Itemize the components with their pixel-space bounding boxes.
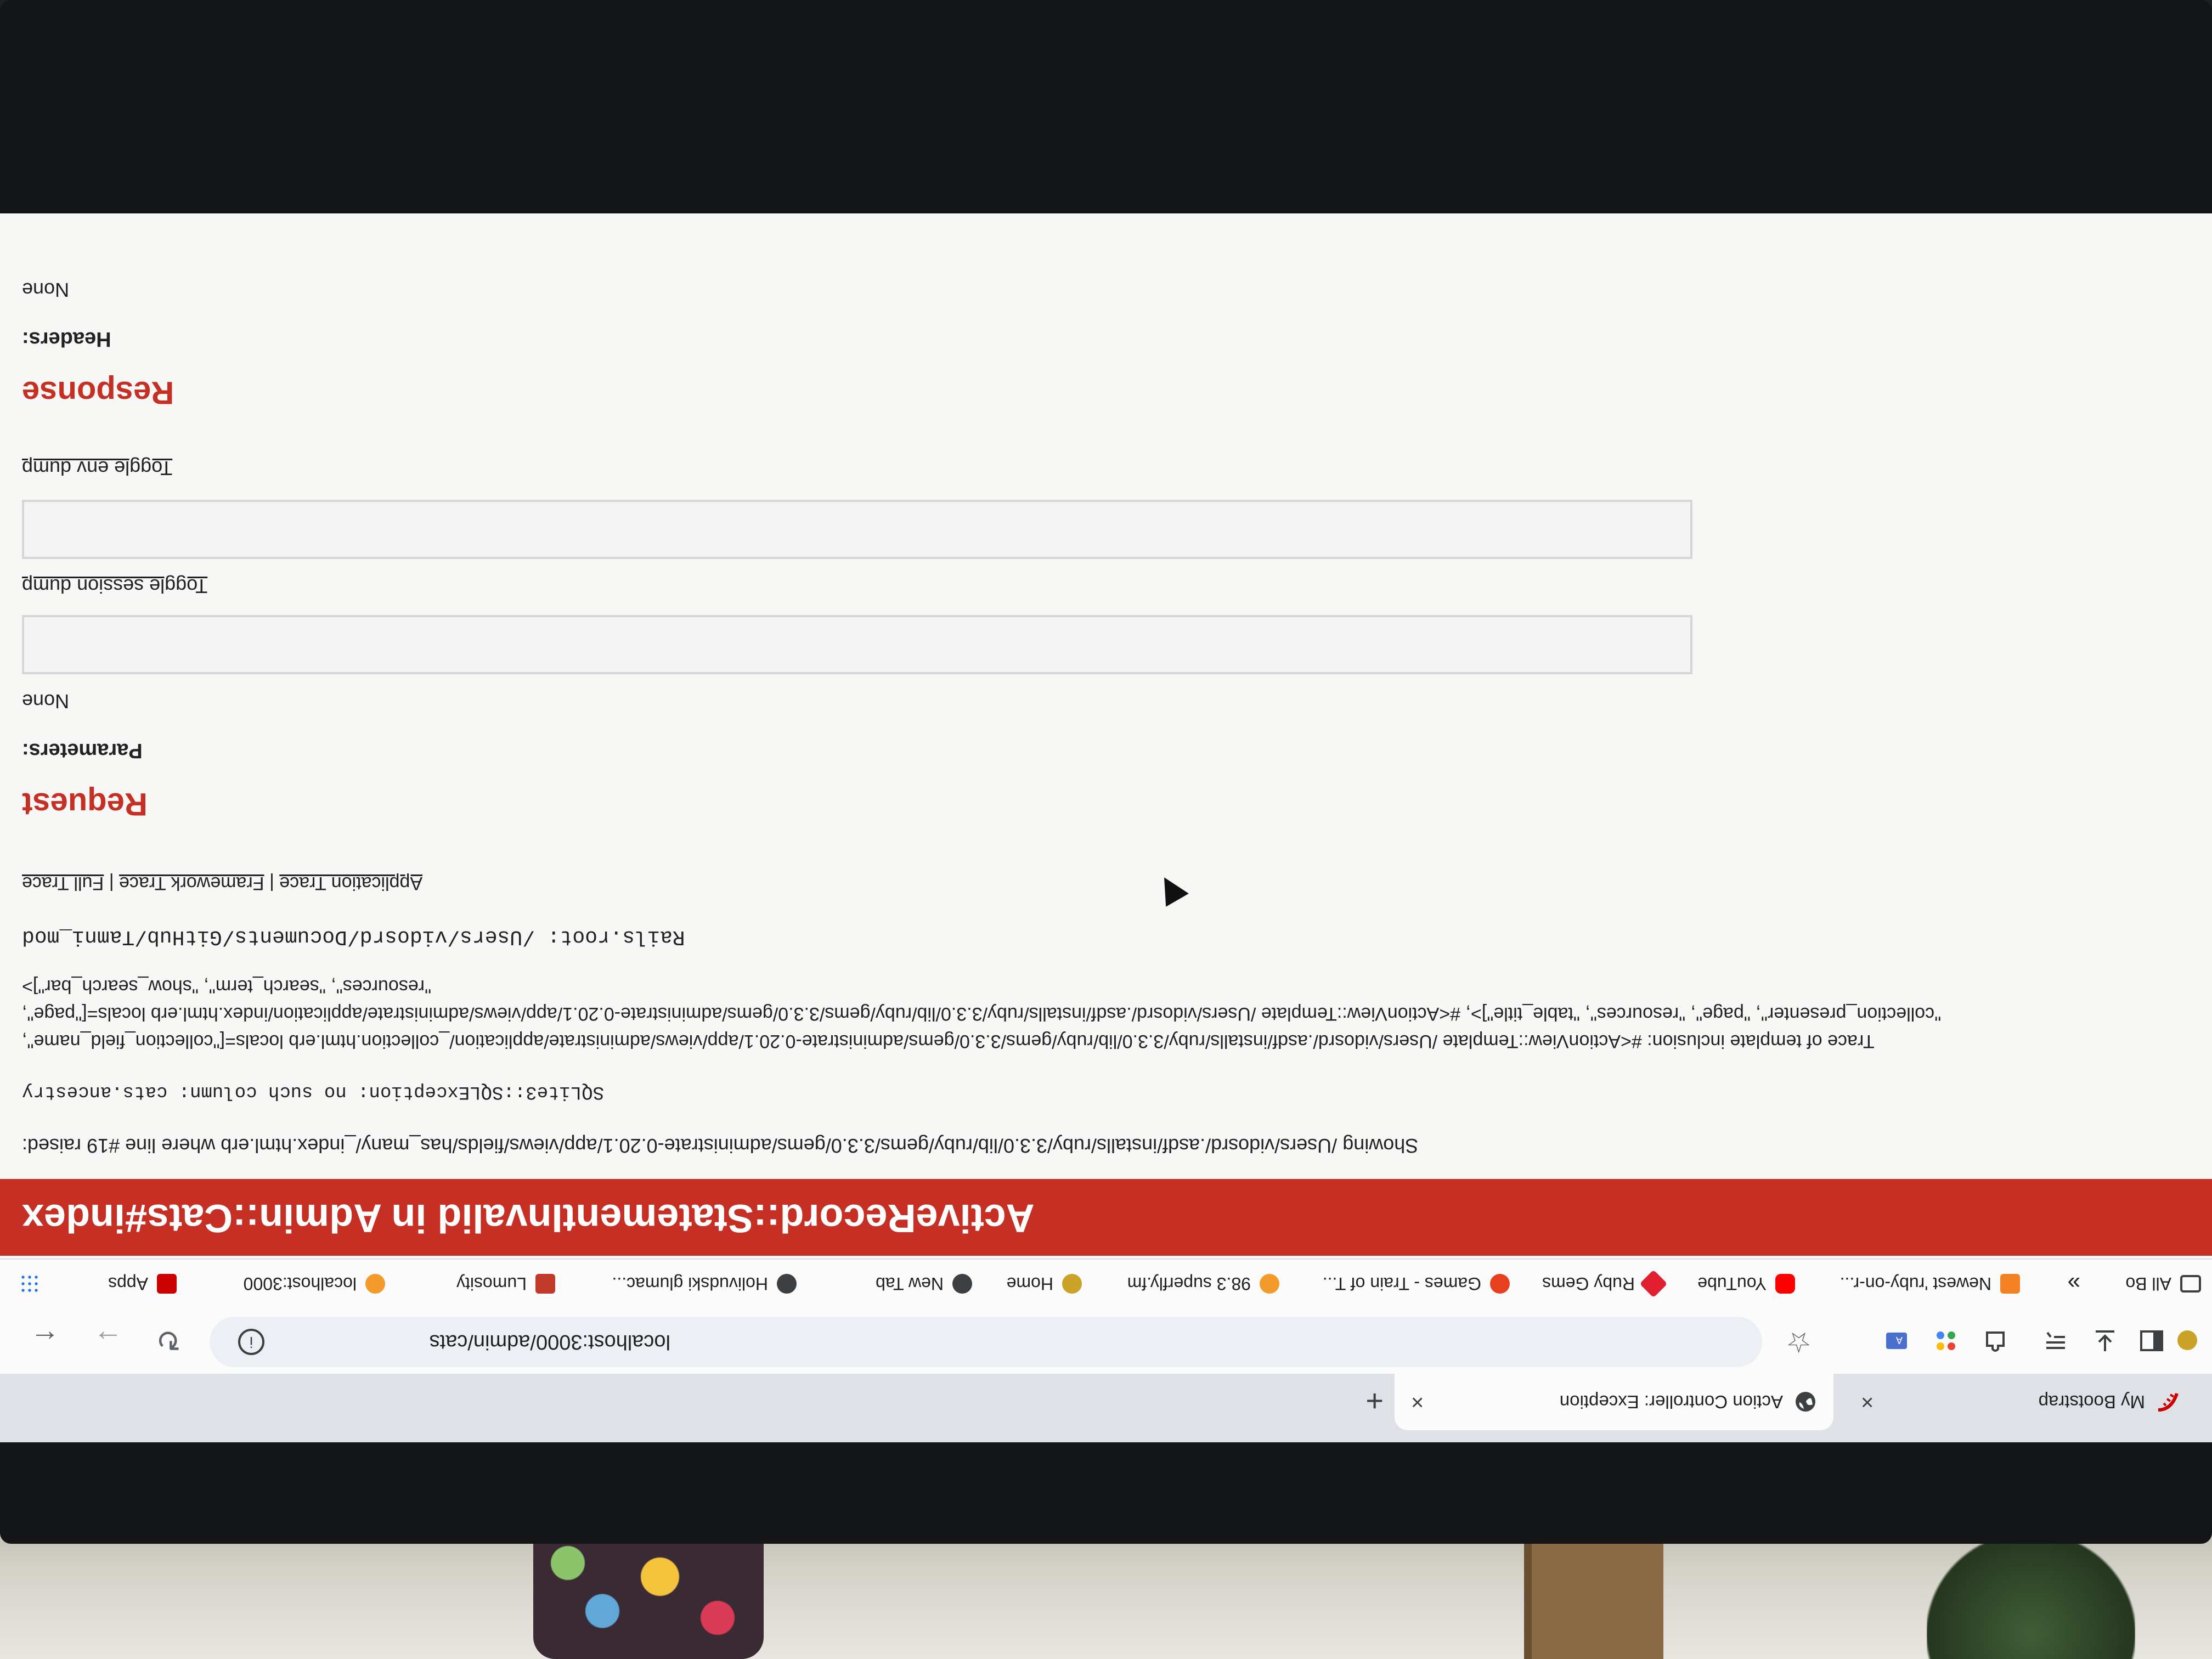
browser-window: My Bootstrap × Action Controller: Except…: [0, 213, 2212, 1442]
bookmark-youtube[interactable]: YouTube: [1697, 1269, 1795, 1298]
parameters-value: None: [22, 690, 70, 713]
bookmark-new-tab[interactable]: New Tab: [876, 1269, 972, 1298]
bookmark-label: New Tab: [876, 1274, 944, 1294]
plant: [1927, 1533, 2135, 1659]
bookmark-localhost[interactable]: localhost:3000: [244, 1269, 385, 1298]
folder-icon: [2180, 1275, 2201, 1293]
mouse-cursor: [1153, 871, 1189, 907]
reload-icon: ↻: [156, 1323, 181, 1357]
trace-of-template-inclusion-cont: "collection_presenter", "page", "resourc…: [22, 1003, 1942, 1024]
bookmark-label: localhost:3000: [243, 1274, 357, 1294]
rails-icon: [157, 1274, 177, 1294]
tab-title: Action Controller: Exception: [1559, 1392, 1783, 1413]
back-arrow-icon: ←: [30, 1324, 60, 1357]
url-text[interactable]: localhost:3000/admin/cats: [385, 1330, 670, 1354]
response-heading: Response: [22, 375, 174, 410]
bookmark-label: Apps: [108, 1274, 148, 1294]
globe-icon: [777, 1274, 797, 1294]
bookmark-holivudski-glumac[interactable]: Holivudski glumac...: [612, 1269, 797, 1298]
error-header: ActiveRecord::StatementInvalid in Admin:…: [0, 1179, 2212, 1256]
page-title: ActiveRecord::StatementInvalid in Admin:…: [22, 1196, 1035, 1240]
bookmark-superfly-fm[interactable]: 98.3 superfly.fm: [1127, 1269, 1279, 1298]
download-icon[interactable]: [2089, 1324, 2121, 1357]
bookmark-label: Lumosity: [456, 1274, 527, 1294]
address-bar[interactable]: localhost:3000/admin/cats i: [210, 1317, 1762, 1367]
bookmark-label: 98.3 superfly.fm: [1127, 1274, 1251, 1294]
back-button[interactable]: ←: [26, 1321, 64, 1359]
template-location: Showing /Users/vidosrd/.asdf/installs/ru…: [22, 1135, 1419, 1157]
profile-button[interactable]: [2168, 1321, 2207, 1359]
lumosity-icon: [365, 1274, 385, 1294]
home-icon: [1062, 1274, 1082, 1294]
bookmark-home[interactable]: Home: [1007, 1269, 1082, 1298]
bookmark-label: YouTube: [1697, 1274, 1767, 1294]
tab-my-bootstrap[interactable]: My Bootstrap ×: [1844, 1374, 2196, 1430]
more-icon: »: [2067, 1271, 2080, 1297]
globe-icon: [1794, 1391, 1817, 1414]
bookmark-games-train-of-thought[interactable]: Games - Train of T...: [1323, 1269, 1510, 1298]
bookmark-apps[interactable]: Apps: [108, 1269, 177, 1298]
reload-button[interactable]: ↻: [149, 1321, 188, 1359]
extensions-icon[interactable]: [1979, 1324, 2012, 1357]
toggle-session-dump-link[interactable]: Toggle session dump: [22, 574, 207, 597]
photo-scene: My Bootstrap × Action Controller: Except…: [0, 0, 2212, 1659]
new-tab-button[interactable]: +: [1365, 1384, 1384, 1419]
toggle-env-dump-link[interactable]: Toggle env dump: [22, 456, 172, 479]
framework-trace-link[interactable]: Framework Trace: [119, 873, 264, 894]
application-trace-link[interactable]: Application Trace: [279, 873, 422, 894]
close-tab-icon[interactable]: ×: [1861, 1390, 1874, 1414]
lumosity-icon: [1260, 1274, 1279, 1294]
full-trace-link[interactable]: Full Trace: [22, 873, 104, 894]
stackoverflow-icon: [2000, 1274, 2020, 1294]
google-extension-icon[interactable]: [1929, 1324, 1962, 1357]
exception-message: SQLite3::SQLException: no such column: c…: [22, 1081, 604, 1102]
bookmark-label: All Bo: [2125, 1274, 2171, 1294]
bookmark-label: Games - Train of T...: [1322, 1274, 1481, 1294]
site-info-icon[interactable]: i: [238, 1329, 264, 1355]
tab-strip: My Bootstrap × Action Controller: Except…: [0, 1374, 2212, 1442]
rails-icon: [2156, 1391, 2179, 1414]
bookmark-label: Ruby Gems: [1542, 1274, 1635, 1294]
forward-button[interactable]: →: [89, 1321, 127, 1359]
forward-arrow-icon: →: [93, 1324, 123, 1357]
apps-grid-icon: [20, 1274, 40, 1294]
request-heading: Request: [22, 786, 148, 822]
bookmark-label: Newest 'ruby-on-r...: [1839, 1274, 1991, 1294]
games-icon: [1490, 1274, 1510, 1294]
svg-text:A: A: [1896, 1335, 1903, 1346]
rails-root: Rails.root: /Users/vidosrd/Documents/Git…: [22, 925, 685, 949]
separator: |: [109, 873, 114, 894]
tab-search-icon[interactable]: [2039, 1324, 2072, 1357]
globe-icon: [952, 1274, 972, 1294]
session-dump-box: [22, 615, 1692, 674]
bookmarks-bar: All Bo » Newest 'ruby-on-r... YouTube Ru…: [0, 1259, 2212, 1308]
trace-of-template-inclusion-end: "resources", "search_term", "show_search…: [22, 976, 432, 997]
headers-value: None: [22, 279, 70, 301]
profile-icon: [2177, 1330, 2197, 1350]
bookmark-ruby-gems[interactable]: Ruby Gems: [1542, 1269, 1668, 1298]
rubygems-icon: [1639, 1269, 1668, 1298]
translate-extension-icon[interactable]: A: [1880, 1324, 1913, 1357]
separator: |: [269, 873, 274, 894]
env-dump-box: [22, 500, 1692, 559]
bookmark-all-bookmarks[interactable]: All Bo: [2125, 1269, 2201, 1298]
bookmark-label: Holivudski glumac...: [612, 1274, 768, 1294]
imdb-icon: [535, 1274, 555, 1294]
bookmark-lumosity[interactable]: Lumosity: [456, 1269, 555, 1298]
close-tab-icon[interactable]: ×: [1411, 1390, 1424, 1414]
bookmark-star-icon[interactable]: ☆: [1786, 1325, 1812, 1358]
headers-label: Headers:: [22, 328, 111, 351]
browser-toolbar: A ☆ localhost:3000/admin/cats i ↻ → ←: [0, 1308, 2212, 1374]
trace-links: Application Trace | Framework Trace | Fu…: [22, 872, 422, 894]
youtube-icon: [1775, 1274, 1795, 1294]
tab-action-controller-exception[interactable]: Action Controller: Exception ×: [1395, 1374, 1833, 1430]
bookmark-label: Home: [1006, 1274, 1053, 1294]
apps-grid-button[interactable]: [11, 1269, 40, 1298]
tab-title: My Bootstrap: [2038, 1392, 2145, 1413]
parameters-label: Parameters:: [22, 739, 143, 762]
bookmarks-overflow[interactable]: »: [2068, 1269, 2080, 1298]
trace-of-template-inclusion: Trace of template inclusion: #<ActionVie…: [22, 1031, 1875, 1052]
sidebar-icon[interactable]: [2135, 1324, 2168, 1357]
bookmark-newest-ruby-on-rails[interactable]: Newest 'ruby-on-r...: [1840, 1269, 2020, 1298]
